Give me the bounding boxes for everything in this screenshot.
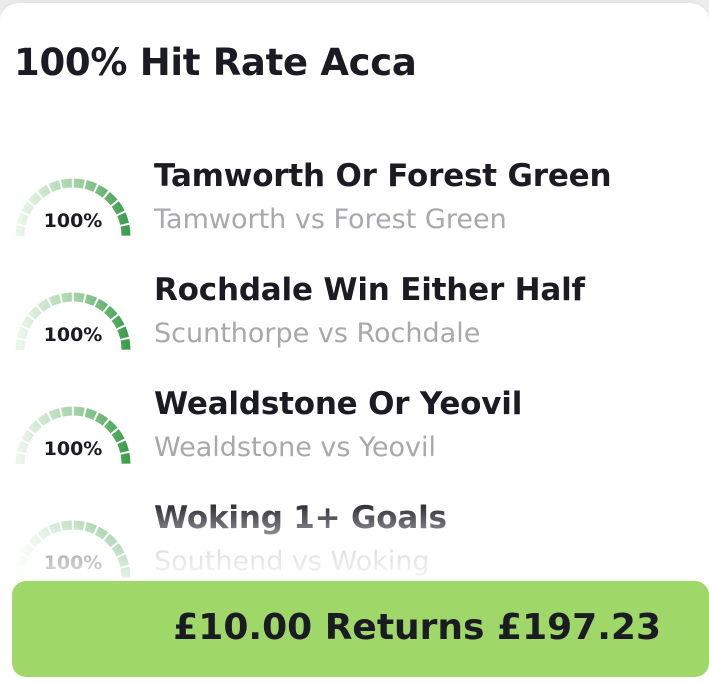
hit-rate-gauge: 100% xyxy=(14,176,132,242)
market-name: Tamworth Or Forest Green xyxy=(154,158,612,194)
gauge-arc-icon xyxy=(15,406,131,465)
hit-rate-gauge: 100% xyxy=(14,404,132,470)
hit-rate-gauge: 100% xyxy=(14,290,132,356)
hit-rate-value: 100% xyxy=(43,210,103,232)
hit-rate-value: 100% xyxy=(43,438,103,460)
gauge-arc-icon xyxy=(15,292,131,351)
hit-rate-value: 100% xyxy=(43,324,103,346)
bet-returns-button[interactable]: £10.00 Returns £197.23 xyxy=(12,581,709,677)
acca-card: 100% Hit Rate Acca 100% Tamworth Or Fore… xyxy=(0,0,709,683)
fixture-name: Wealdstone vs Yeovil xyxy=(154,432,437,463)
hit-rate-gauge: 100% xyxy=(14,518,132,584)
pick-row[interactable]: 100% Tamworth Or Forest Green Tamworth v… xyxy=(0,158,709,268)
pick-row[interactable]: 100% Wealdstone Or Yeovil Wealdstone vs … xyxy=(0,386,709,496)
market-name: Woking 1+ Goals xyxy=(154,500,447,536)
hit-rate-value: 100% xyxy=(43,552,103,574)
pick-row[interactable]: 100% Rochdale Win Either Half Scunthorpe… xyxy=(0,272,709,382)
fixture-name: Tamworth vs Forest Green xyxy=(154,204,507,235)
fixture-name: Scunthorpe vs Rochdale xyxy=(154,318,481,349)
fixture-name: Southend vs Woking xyxy=(154,546,430,577)
bet-returns-label: £10.00 Returns £197.23 xyxy=(173,607,661,648)
gauge-arc-icon xyxy=(15,520,131,579)
gauge-arc-icon xyxy=(15,178,131,237)
market-name: Wealdstone Or Yeovil xyxy=(154,386,523,422)
market-name: Rochdale Win Either Half xyxy=(154,272,585,308)
page-title: 100% Hit Rate Acca xyxy=(14,41,417,84)
